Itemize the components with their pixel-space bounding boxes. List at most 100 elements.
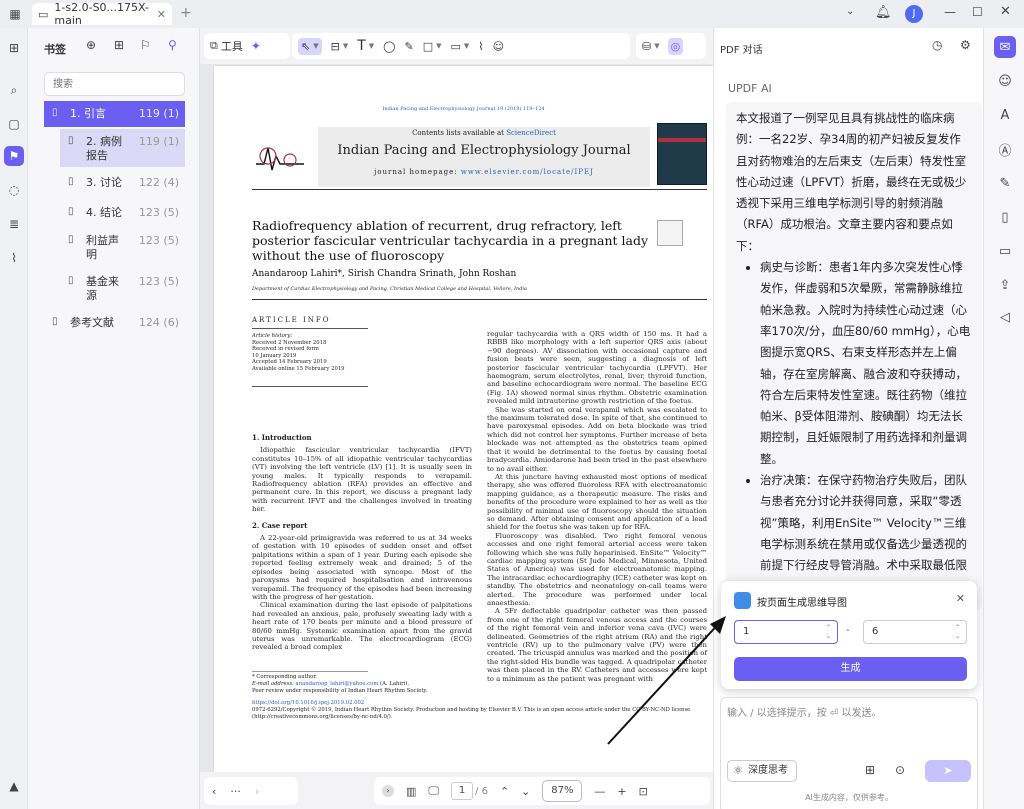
bookmark-sidebar: 书签 ⊕ ⊞ ⚐ ⚲ ▯ 1. 引言 119 (1) ▯ 2. 病例报告 119… [28,28,200,809]
text-icon: T [357,38,366,54]
section-heading: 1. Introduction [252,433,312,442]
megaphone-icon[interactable]: ◁ [994,306,1016,328]
zoom-out-icon[interactable]: — [594,785,605,798]
pen-button[interactable]: ✎ [404,40,413,53]
sciencedirect-link[interactable]: ScienceDirect [506,129,556,137]
forward-icon[interactable]: › [255,785,259,798]
comment-button[interactable]: ◯ [383,40,395,53]
shape-button[interactable]: □ ▼ [423,40,442,53]
check-for-updates-icon[interactable] [657,220,683,246]
comment-icon[interactable]: ◌ [4,180,24,200]
ai-assistant-button[interactable]: ◎ [667,37,684,55]
send-button[interactable]: ➤ [925,760,971,782]
ai-response-message[interactable]: 本文报道了一例罕见且具有挑战性的临床病例：一名22岁、孕34周的初产妇被反复发作… [726,102,982,610]
attach-button[interactable]: ⌇ [478,40,483,53]
paragraph: Idiopathic fascicular ventricular tachyc… [252,446,472,514]
email-link[interactable]: anandaroop_lahiri@yahoo.com [296,681,379,687]
pin-icon[interactable]: ⚲ [168,38,177,52]
more-icon[interactable]: ··· [230,785,241,798]
text-button[interactable]: T ▼ [357,38,374,54]
zoom-level[interactable]: 87% [542,780,583,802]
upgrade-icon[interactable]: ▲ [4,776,24,796]
search-icon[interactable]: ⌕ [4,80,24,100]
journal-reference[interactable]: Indian Pacing and Electrophysiology Jour… [214,106,713,112]
fit-page-icon[interactable]: ⊡ [639,785,648,798]
bookmark-icon: ▯ [68,206,74,217]
bookmark-item[interactable]: ▯ 参考文献 124 (6) [44,310,185,336]
article-affiliation: Department of Cardiac Electrophysiology … [252,286,527,292]
book-icon[interactable]: ▯ [994,206,1016,228]
translate-icon[interactable]: A [994,104,1016,126]
sticker-button[interactable]: ☺ [493,40,504,53]
chat-input-placeholder: 输入 / 以选择提示，按 ⏎ 以发送。 [727,708,882,719]
text-box-button[interactable]: ⊟ ▼ [331,40,349,53]
grid-menu-icon[interactable]: ▦ [6,5,24,23]
tab-title: 1-s2.0-S0...175X-main [54,1,149,27]
thumbnails-icon[interactable]: ⊞ [4,38,24,58]
bookmark-item[interactable]: ▯ 利益声明 123 (5) [60,228,185,266]
bell-icon[interactable]: 🔔︎ [875,5,892,20]
note-icon[interactable]: ✎ [994,172,1016,194]
zoom-in-icon[interactable]: + [617,785,626,798]
settings-sliders-icon[interactable]: ⚙ [960,38,971,52]
next-page-icon[interactable]: ⌄ [521,785,530,798]
page-to-input[interactable]: 6 ⌃ ⌄ [863,620,967,644]
toolbox-icon: ⧉ [210,39,218,52]
page-total: / 6 [475,785,488,797]
article-info-heading: ARTICLE INFO [252,316,331,324]
measure-button[interactable]: ▭ ▼ [451,40,470,53]
page-icon[interactable]: ▢ [4,114,24,134]
bookmark-panel-icon[interactable]: ⚑ [4,146,24,166]
stepper-icon[interactable]: ⌃ ⌄ [826,623,831,641]
page-number-input[interactable]: 1 [451,782,474,800]
previous-page-icon[interactable]: ⌃ [500,785,509,798]
ocr-icon[interactable]: Ⓐ [994,138,1016,160]
popup-title: 按页面生成思维导图 [757,598,847,609]
screenshot-icon[interactable]: ⊙ [895,763,905,777]
layers-icon[interactable]: ≣ [4,214,24,234]
maximize-icon[interactable]: ☐ [972,5,983,19]
collapse-icon[interactable]: › [382,785,394,797]
close-icon[interactable]: ✕ [157,8,166,21]
annotation-tools-group: ⇖ ▼ ⊟ ▼ T ▼ ◯ ✎ □ ▼ ▭ ▼ ⌇ ☺ [292,33,630,59]
folder-icon[interactable]: ▭ [994,240,1016,262]
doi-link[interactable]: https://doi.org/10.1016/j.ipej.2019.02.0… [252,700,707,707]
export-icon[interactable]: ⇪ [994,274,1016,296]
homepage-link[interactable]: www.elsevier.com/locate/IPEJ [461,168,594,176]
select-tool-button[interactable]: ⇖ ▼ [298,37,322,55]
bookmark-item[interactable]: ▯ 基金来源 123 (5) [60,269,185,307]
ai-sparkle-icon[interactable]: ✦ [251,39,261,53]
page-from-input[interactable]: 1 ⌃ ⌄ [734,620,838,644]
bookmark-item[interactable]: ▯ 1. 引言 119 (1) [44,101,185,127]
chevron-down-icon[interactable]: ⌄ [846,6,854,17]
chat-icon[interactable]: ✉ [994,36,1016,58]
page-controls-group: › ▥ 🖵︎ 1 / 6 ⌃ ⌄ 87% — + ⊡ [374,777,710,805]
presentation-icon[interactable]: 🖵︎ [428,784,439,798]
pdf-page: Indian Pacing and Electrophysiology Jour… [214,66,713,772]
add-image-icon[interactable]: ⊞ [865,763,875,777]
attachment-icon[interactable]: ⌇ [4,248,24,268]
close-icon[interactable]: ✕ [956,592,965,605]
bookmark-item[interactable]: ▯ 4. 结论 123 (5) [60,200,185,226]
stepper-icon[interactable]: ⌃ ⌄ [955,623,960,641]
generate-button[interactable]: 生成 [734,657,967,681]
bookmark-item[interactable]: ▯ 2. 病例报告 119 (1) [60,129,185,167]
bookmark-icon[interactable]: ⚐ [140,38,151,52]
avatar[interactable]: J [905,5,923,23]
add-bookmark-icon[interactable]: ⊕ [86,38,96,52]
new-tab-icon[interactable]: + [180,5,192,21]
search-input[interactable] [44,72,185,96]
minimize-icon[interactable]: — [944,5,956,19]
bookmark-item[interactable]: ▯ 3. 讨论 122 (4) [60,170,185,196]
tools-button[interactable]: ⧉ 工具 [210,38,243,54]
back-icon[interactable]: ‹ [212,785,216,798]
stamp-button[interactable]: ⛁ ▼ [642,40,660,53]
add-child-bookmark-icon[interactable]: ⊞ [114,38,124,52]
deep-think-button[interactable]: 深度思考 [727,760,797,782]
document-tab[interactable]: ▭ 1-s2.0-S0...175X-main ✕ [32,1,172,27]
close-window-icon[interactable]: ✕ [1000,4,1011,19]
reading-mode-icon[interactable]: ▥ [406,785,416,798]
emoji-icon[interactable]: ☺ [994,70,1016,92]
bookmark-icon: ▯ [68,135,74,146]
history-clock-icon[interactable]: ◷ [932,38,942,52]
